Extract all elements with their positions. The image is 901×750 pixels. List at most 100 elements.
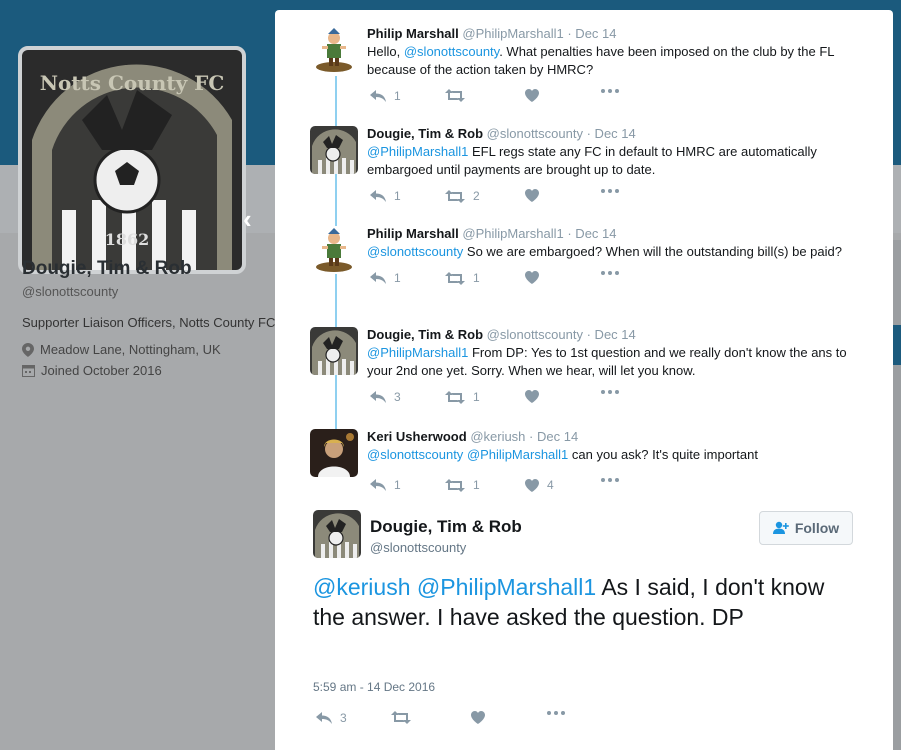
like-count: 4 [547, 478, 554, 492]
retweet-button[interactable]: 1 [445, 271, 480, 285]
reply-author-handle[interactable]: @PhilipMarshall1 [462, 26, 563, 41]
reply-author-name[interactable]: Keri Usherwood [367, 429, 467, 444]
retweet-icon [445, 189, 465, 203]
retweet-count: 1 [473, 478, 480, 492]
like-button[interactable]: 4 [525, 478, 554, 492]
focused-tweet-author-name[interactable]: Dougie, Tim & Rob [370, 517, 522, 537]
reply-button[interactable]: 3 [316, 711, 347, 725]
reply-icon [316, 712, 332, 724]
reply-date[interactable]: · Dec 14 [567, 226, 616, 241]
reply-author-name[interactable]: Philip Marshall [367, 26, 459, 41]
mention-link[interactable]: @PhilipMarshall1 [367, 144, 468, 159]
focused-tweet-timestamp[interactable]: 5:59 am - 14 Dec 2016 [313, 680, 435, 694]
nav-accent-bar [893, 325, 901, 365]
reply-author-handle[interactable]: @PhilipMarshall1 [462, 226, 563, 241]
reply-button[interactable]: 1 [370, 189, 401, 203]
more-options-button[interactable] [601, 189, 619, 193]
follow-user-icon [772, 521, 789, 534]
reply-author-name[interactable]: Philip Marshall [367, 226, 459, 241]
reply-author-handle[interactable]: @slonottscounty [487, 327, 583, 342]
retweet-button[interactable]: 2 [445, 189, 480, 203]
reply-count: 1 [394, 478, 401, 492]
reply-icon [370, 90, 386, 102]
more-options-icon [547, 711, 565, 715]
retweet-icon [445, 89, 465, 102]
reply-author-name[interactable]: Dougie, Tim & Rob [367, 327, 483, 342]
profile-name[interactable]: Dougie, Tim & Rob [22, 258, 282, 280]
profile-bio: Supporter Liaison Officers, Notts County… [22, 315, 276, 330]
more-options-button[interactable] [601, 89, 619, 93]
reply-icon [370, 190, 386, 202]
retweet-button[interactable] [391, 711, 419, 724]
profile-location: Meadow Lane, Nottingham, UK [22, 342, 282, 357]
reply-date[interactable]: · Dec 14 [587, 126, 636, 141]
more-options-icon [601, 390, 619, 394]
reply-avatar[interactable] [310, 226, 358, 274]
reply-author-handle[interactable]: @keriush [470, 429, 525, 444]
reply-avatar[interactable] [310, 26, 358, 74]
more-options-button[interactable] [601, 390, 619, 394]
reply-count: 1 [394, 89, 401, 103]
reply-date[interactable]: · Dec 14 [587, 327, 636, 342]
more-options-button[interactable] [601, 478, 619, 482]
more-options-button[interactable] [547, 711, 565, 715]
mention-link[interactable]: @PhilipMarshall1 [367, 345, 468, 360]
focused-tweet-text: @keriush @PhilipMarshall1 As I said, I d… [313, 572, 853, 632]
reply-actions: 12 [367, 189, 862, 205]
like-button[interactable] [525, 89, 547, 102]
more-options-icon [601, 271, 619, 275]
focused-tweet-author-handle[interactable]: @slonottscounty [370, 540, 466, 555]
more-options-icon [601, 189, 619, 193]
heart-icon [471, 711, 485, 724]
heart-icon [525, 189, 539, 202]
mention-link[interactable]: @slonottscounty [404, 44, 499, 59]
mention-link[interactable]: @keriush [313, 574, 411, 600]
reply-header: Philip Marshall @PhilipMarshall1 · Dec 1… [367, 26, 862, 41]
reply-avatar[interactable] [310, 327, 358, 375]
like-button[interactable] [525, 271, 547, 284]
profile-avatar[interactable]: Notts County FC 1862 [18, 46, 246, 274]
heart-icon [525, 390, 539, 403]
reply-actions: 11 [367, 271, 862, 287]
notts-county-crest-icon: Notts County FC 1862 [22, 50, 242, 270]
retweet-button[interactable]: 1 [445, 390, 480, 404]
reply-button[interactable]: 1 [370, 271, 401, 285]
mention-link[interactable]: @slonottscounty [367, 244, 463, 259]
retweet-icon [445, 271, 465, 285]
more-options-button[interactable] [601, 271, 619, 275]
previous-arrow-icon[interactable]: ‹ [243, 204, 252, 235]
retweet-button[interactable]: 1 [445, 478, 480, 492]
retweet-button[interactable] [445, 89, 473, 102]
reply-avatar[interactable] [310, 126, 358, 174]
reply-author-name[interactable]: Dougie, Tim & Rob [367, 126, 483, 141]
follow-button[interactable]: Follow [759, 511, 853, 545]
tweet-text-segment: Hello, [367, 44, 404, 59]
retweet-count: 1 [473, 390, 480, 404]
reply-actions: 1 1 4 [367, 478, 862, 494]
like-button[interactable] [471, 711, 493, 724]
profile-handle[interactable]: @slonottscounty [22, 284, 282, 299]
like-button[interactable] [525, 390, 547, 403]
reply-date[interactable]: · Dec 14 [567, 26, 616, 41]
mention-link[interactable]: @PhilipMarshall1 [417, 574, 596, 600]
like-button[interactable] [525, 189, 547, 202]
reply-date[interactable]: · Dec 14 [529, 429, 578, 444]
reply-button[interactable]: 1 [370, 478, 401, 492]
crest-year: 1862 [105, 230, 150, 249]
profile-joined: Joined October 2016 [22, 363, 282, 378]
focused-tweet-avatar[interactable] [313, 510, 361, 558]
retweet-icon [391, 711, 411, 724]
reply-count: 1 [394, 189, 401, 203]
reply-button[interactable]: 3 [370, 390, 401, 404]
user-photo-avatar-icon [310, 429, 358, 477]
reply-count: 1 [394, 271, 401, 285]
mention-link[interactable]: @slonottscounty [367, 447, 463, 462]
reply-button[interactable]: 1 [370, 89, 401, 103]
mention-link[interactable]: @PhilipMarshall1 [467, 447, 568, 462]
retweet-icon [445, 390, 465, 404]
reply-avatar[interactable] [310, 429, 358, 477]
heart-icon [525, 89, 539, 102]
reply-actions: 1 [367, 89, 862, 105]
reply-author-handle[interactable]: @slonottscounty [487, 126, 583, 141]
reply-text: Hello, @slonottscounty. What penalties h… [367, 43, 862, 79]
